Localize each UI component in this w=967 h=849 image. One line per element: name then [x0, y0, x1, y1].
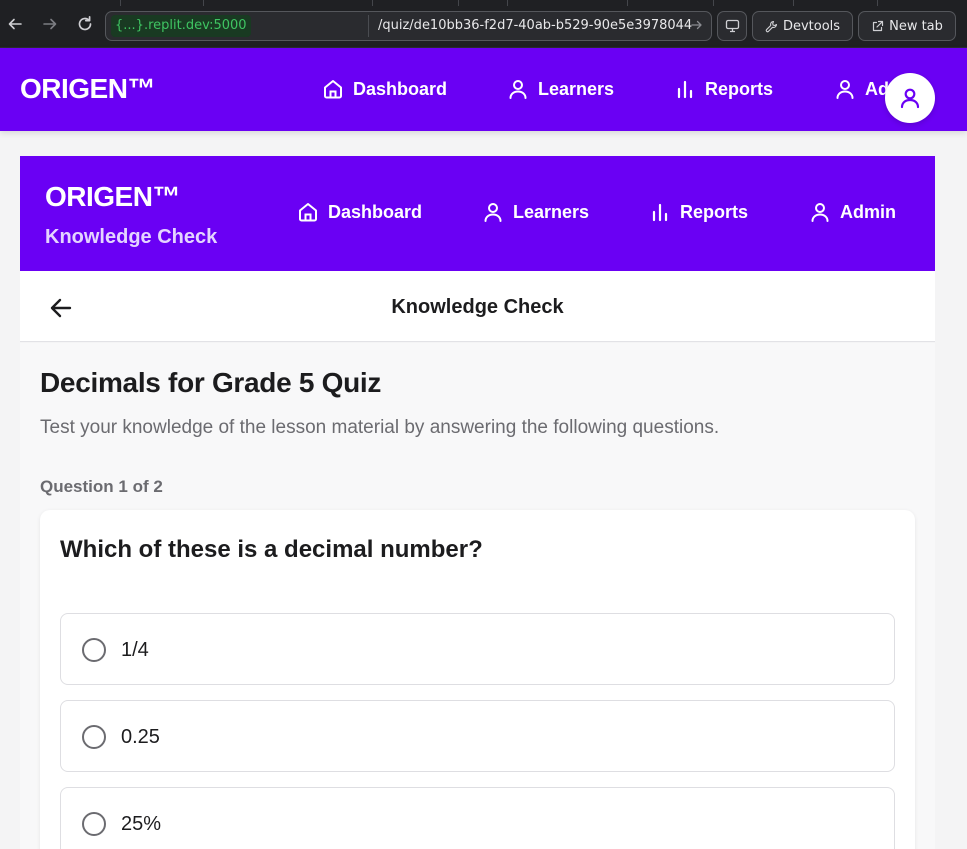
app-header: ORIGEN™ Dashboard Learners Reports Ad: [0, 48, 967, 131]
devtools-button[interactable]: Devtools: [752, 11, 853, 41]
go-arrow-icon[interactable]: [691, 19, 703, 35]
answer-option[interactable]: 1/4: [60, 613, 895, 685]
nav-label: Dashboard: [353, 78, 448, 99]
radio-button[interactable]: [82, 812, 106, 836]
inner-header: ORIGEN™ Knowledge Check Dashboard Learne…: [20, 156, 935, 271]
option-label: 0.25: [121, 726, 160, 748]
nav-label: Reports: [680, 201, 749, 222]
inner-brand-logo[interactable]: ORIGEN™: [45, 181, 180, 213]
devtools-label: Devtools: [782, 18, 841, 34]
user-icon: [811, 203, 829, 222]
page-title: Knowledge Check: [391, 296, 564, 318]
option-label: 25%: [121, 813, 162, 835]
nav-admin[interactable]: Ad: [834, 78, 889, 100]
bar-chart-icon: [677, 80, 693, 99]
inner-header-subtitle: Knowledge Check: [45, 226, 218, 248]
user-icon: [484, 203, 502, 222]
screen-share-button[interactable]: [717, 11, 747, 41]
user-icon: [509, 80, 527, 99]
radio-button[interactable]: [82, 638, 106, 662]
answer-option[interactable]: 25%: [60, 787, 895, 849]
nav-label: Admin: [840, 201, 896, 222]
address-bar[interactable]: {...}.replit.dev:5000 /quiz/de10bb36-f2d…: [105, 11, 712, 41]
url-divider: [368, 15, 369, 37]
url-path: /quiz/de10bb36-f2d7-40ab-b529-90e5e39780…: [378, 18, 693, 33]
external-link-icon: [872, 20, 884, 31]
inner-nav-reports[interactable]: Reports: [649, 201, 748, 223]
nav-label: Learners: [538, 78, 615, 99]
quiz-description: Test your knowledge of the lesson materi…: [40, 417, 720, 438]
home-icon: [324, 80, 342, 99]
forward-icon[interactable]: [40, 14, 60, 34]
new-tab-button[interactable]: New tab: [858, 11, 956, 41]
nav-label: Dashboard: [328, 201, 423, 222]
user-icon: [836, 80, 854, 99]
inner-nav-admin[interactable]: Admin: [809, 201, 896, 223]
user-avatar[interactable]: [885, 73, 935, 123]
option-label: 1/4: [121, 639, 149, 661]
nav-label: Reports: [705, 78, 774, 99]
inner-nav-learners[interactable]: Learners: [482, 201, 589, 223]
answer-option[interactable]: 0.25: [60, 700, 895, 772]
tab-strip: [0, 0, 967, 6]
question-counter: Question 1 of 2: [40, 477, 163, 496]
nav-dashboard[interactable]: Dashboard: [322, 78, 447, 100]
wrench-icon: [765, 20, 778, 32]
inner-nav-dashboard[interactable]: Dashboard: [297, 201, 422, 223]
radio-button[interactable]: [82, 725, 106, 749]
user-icon: [900, 88, 920, 109]
page-subheader: Knowledge Check: [20, 271, 935, 342]
nav-reports[interactable]: Reports: [674, 78, 773, 100]
question-text: Which of these is a decimal number?: [60, 536, 483, 563]
back-icon[interactable]: [5, 14, 25, 34]
nav-learners[interactable]: Learners: [507, 78, 614, 100]
brand-logo[interactable]: ORIGEN™: [20, 73, 155, 105]
quiz-title: Decimals for Grade 5 Quiz: [40, 367, 382, 398]
monitor-icon: [725, 19, 739, 33]
home-icon: [299, 203, 317, 222]
url-host: {...}.replit.dev:5000: [111, 15, 251, 37]
reload-icon[interactable]: [75, 14, 95, 34]
bar-chart-icon: [652, 203, 668, 222]
new-tab-label: New tab: [889, 18, 943, 34]
nav-label: Learners: [513, 201, 590, 222]
browser-toolbar: {...}.replit.dev:5000 /quiz/de10bb36-f2d…: [0, 0, 967, 48]
